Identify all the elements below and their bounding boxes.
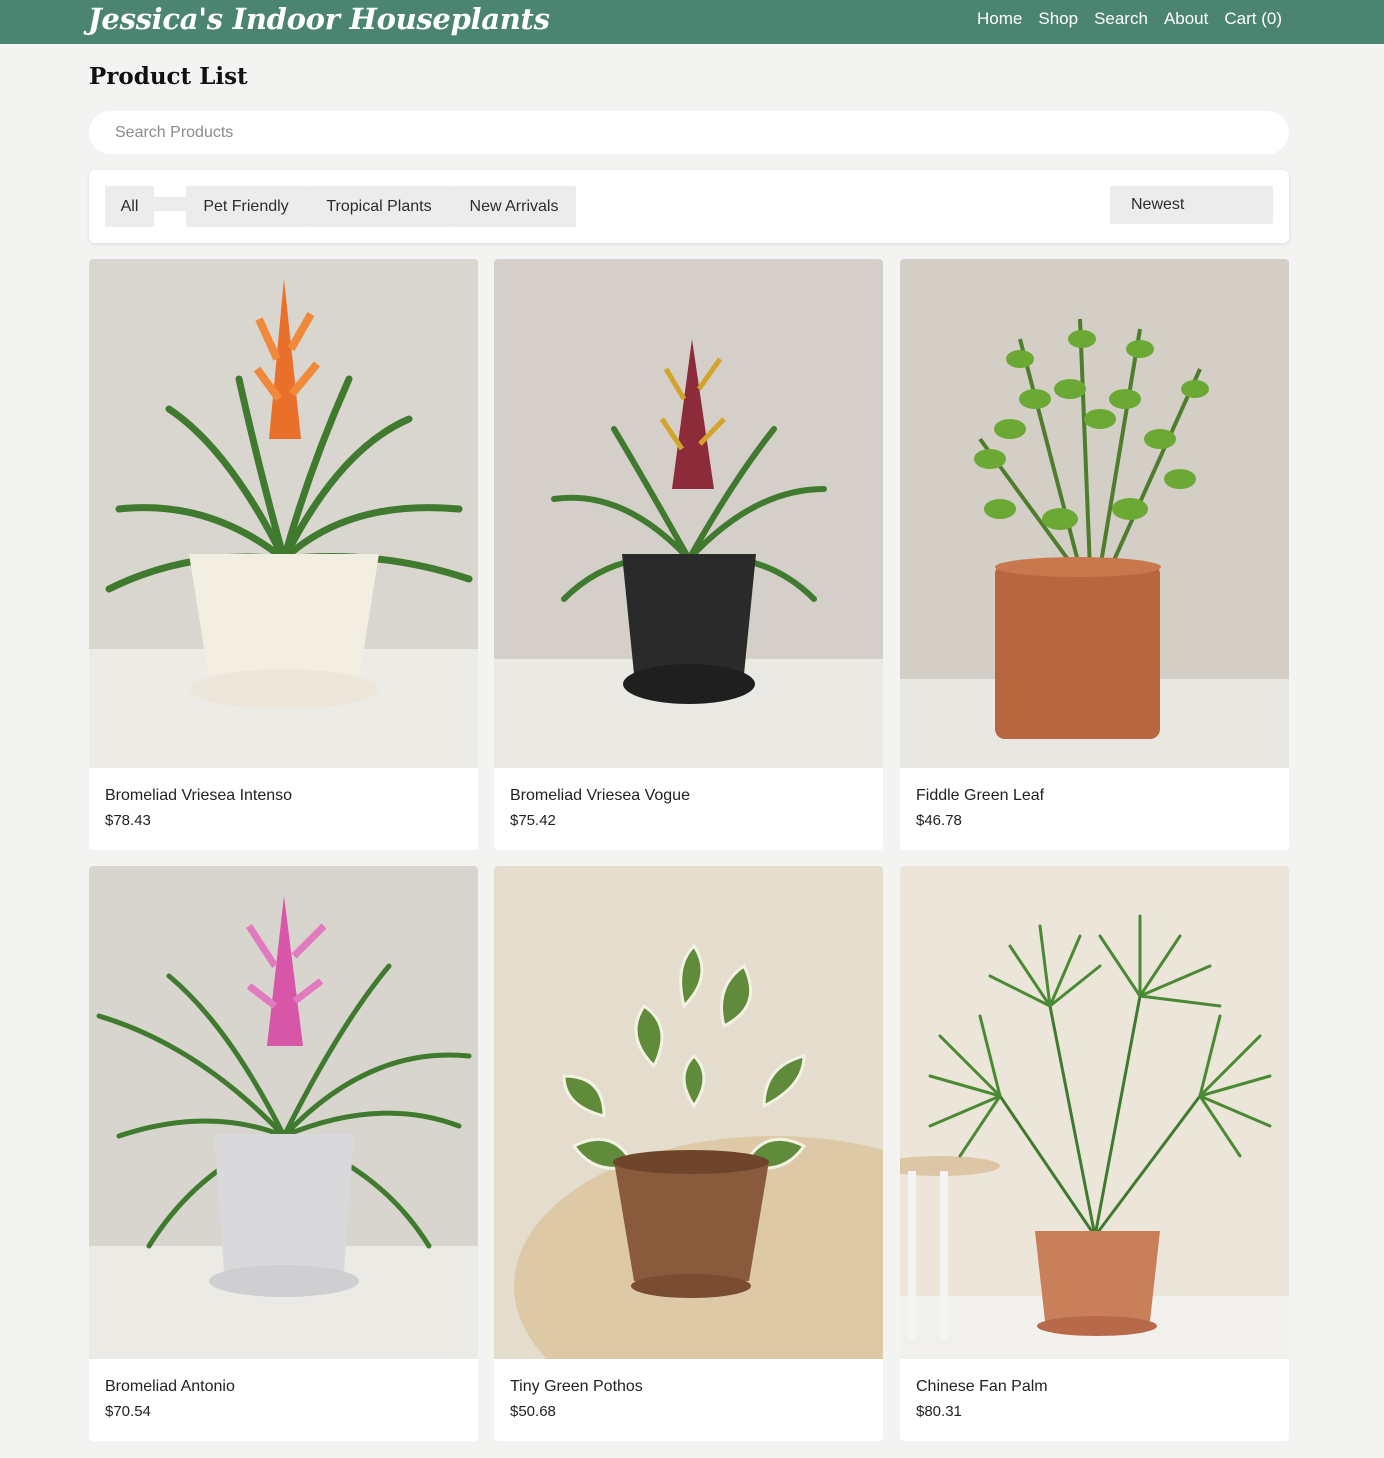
product-name[interactable]: Bromeliad Antonio	[105, 1378, 235, 1396]
chip-divider	[154, 197, 186, 211]
product-price: $78.43	[105, 812, 151, 829]
top-nav-bar: Jessica's Indoor Houseplants Home Shop S…	[0, 0, 1384, 44]
product-name[interactable]: Fiddle Green Leaf	[916, 787, 1044, 805]
nav-shop[interactable]: Shop	[1038, 9, 1078, 29]
product-image[interactable]	[89, 259, 478, 768]
pothos-leaves-icon	[494, 866, 883, 1359]
product-image[interactable]	[494, 259, 883, 768]
product-price: $50.68	[510, 1403, 556, 1420]
filter-chip-tropical-plants[interactable]: Tropical Plants	[306, 186, 452, 227]
product-name[interactable]: Bromeliad Vriesea Intenso	[105, 787, 292, 805]
sort-select[interactable]: Newest	[1110, 186, 1273, 224]
product-image[interactable]	[494, 866, 883, 1359]
product-card[interactable]: Bromeliad Antonio $70.54	[89, 866, 478, 1441]
product-card[interactable]: Chinese Fan Palm $80.31	[900, 866, 1289, 1441]
nav-search[interactable]: Search	[1094, 9, 1148, 29]
main-nav: Home Shop Search About Cart (0)	[977, 9, 1282, 29]
product-name[interactable]: Bromeliad Vriesea Vogue	[510, 787, 690, 805]
brand-logo[interactable]: Jessica's Indoor Houseplants	[88, 2, 550, 36]
product-price: $46.78	[916, 812, 962, 829]
product-image[interactable]	[900, 866, 1289, 1359]
product-image[interactable]	[900, 259, 1289, 768]
pink-bromeliad-icon	[89, 866, 478, 1359]
product-card[interactable]: Fiddle Green Leaf $46.78	[900, 259, 1289, 850]
page-title: Product List	[89, 63, 248, 90]
product-name[interactable]: Chinese Fan Palm	[916, 1378, 1048, 1396]
red-bromeliad-icon	[494, 259, 883, 768]
nav-home[interactable]: Home	[977, 9, 1022, 29]
product-image[interactable]	[89, 866, 478, 1359]
filter-chip-all[interactable]: All	[105, 186, 154, 227]
product-name[interactable]: Tiny Green Pothos	[510, 1378, 643, 1396]
product-price: $70.54	[105, 1403, 151, 1420]
product-price: $75.42	[510, 812, 556, 829]
product-price: $80.31	[916, 1403, 962, 1420]
zz-leaves-icon	[900, 259, 1289, 768]
product-card[interactable]: Bromeliad Vriesea Intenso $78.43	[89, 259, 478, 850]
orange-bromeliad-icon	[89, 259, 478, 768]
product-card[interactable]: Tiny Green Pothos $50.68	[494, 866, 883, 1441]
fan-palm-icon	[900, 866, 1289, 1359]
filter-chip-pet-friendly[interactable]: Pet Friendly	[186, 186, 306, 227]
product-card[interactable]: Bromeliad Vriesea Vogue $75.42	[494, 259, 883, 850]
filter-chip-new-arrivals[interactable]: New Arrivals	[452, 186, 576, 227]
nav-cart[interactable]: Cart (0)	[1224, 9, 1282, 29]
nav-about[interactable]: About	[1164, 9, 1208, 29]
search-input[interactable]	[89, 111, 1289, 154]
filter-bar: All Pet Friendly Tropical Plants New Arr…	[89, 170, 1289, 243]
